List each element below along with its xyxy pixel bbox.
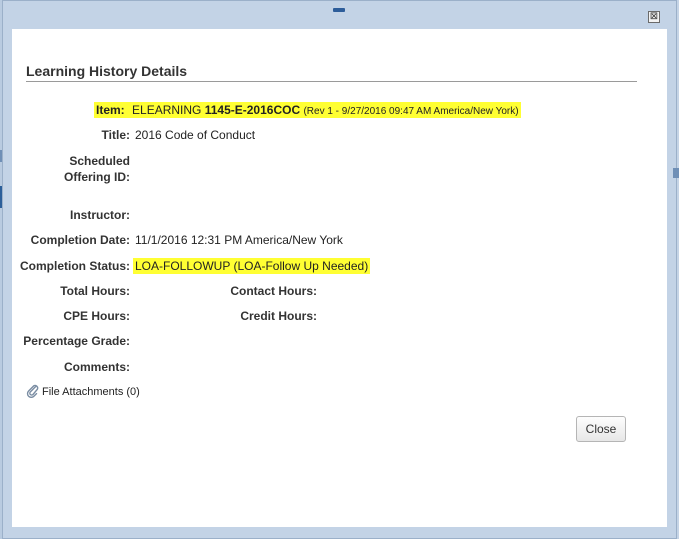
title-value: 2016 Code of Conduct	[135, 128, 256, 142]
item-code: 1145-E-2016COC	[204, 103, 301, 117]
paperclip-icon	[26, 384, 39, 398]
background-fragment	[673, 168, 679, 178]
credit-hours-label: Credit Hours:	[240, 309, 317, 323]
completion-date-label: Completion Date:	[30, 233, 130, 247]
cpe-hours-label: CPE Hours:	[63, 309, 130, 323]
dialog-titlebar[interactable]: ⊠	[3, 1, 676, 29]
close-button[interactable]: Close	[576, 416, 626, 442]
completion-date-value: 11/1/2016 12:31 PM America/New York	[135, 233, 343, 247]
item-label: Item:	[96, 103, 125, 117]
file-attachments-link[interactable]: File Attachments (0)	[26, 384, 140, 398]
comments-label: Comments:	[63, 360, 130, 374]
title-label: Title:	[101, 128, 130, 142]
divider	[26, 81, 637, 82]
completion-status-value: LOA-FOLLOWUP (LOA-Follow Up Needed)	[133, 258, 371, 274]
drag-handle-icon[interactable]	[333, 8, 345, 12]
scheduled-offering-label: Scheduled Offering ID:	[64, 154, 130, 184]
completion-status-label: Completion Status:	[20, 259, 130, 273]
percentage-grade-label: Percentage Grade:	[23, 334, 130, 348]
item-row: Item: ELEARNING 1145-E-2016COC (Rev 1 - …	[94, 102, 521, 118]
item-revision: (Rev 1 - 9/27/2016 09:47 AM America/New …	[303, 106, 519, 117]
dialog-content: Learning History Details Item: ELEARNING…	[12, 29, 667, 527]
close-icon[interactable]: ⊠	[648, 11, 660, 23]
modal-dialog: ⊠ Learning History Details Item: ELEARNI…	[2, 0, 677, 539]
contact-hours-label: Contact Hours:	[230, 284, 317, 298]
total-hours-label: Total Hours:	[60, 284, 130, 298]
item-prefix: ELEARNING	[132, 103, 202, 117]
page-title: Learning History Details	[26, 63, 188, 79]
instructor-label: Instructor:	[70, 208, 130, 222]
file-attachments-label: File Attachments (0)	[42, 386, 140, 398]
